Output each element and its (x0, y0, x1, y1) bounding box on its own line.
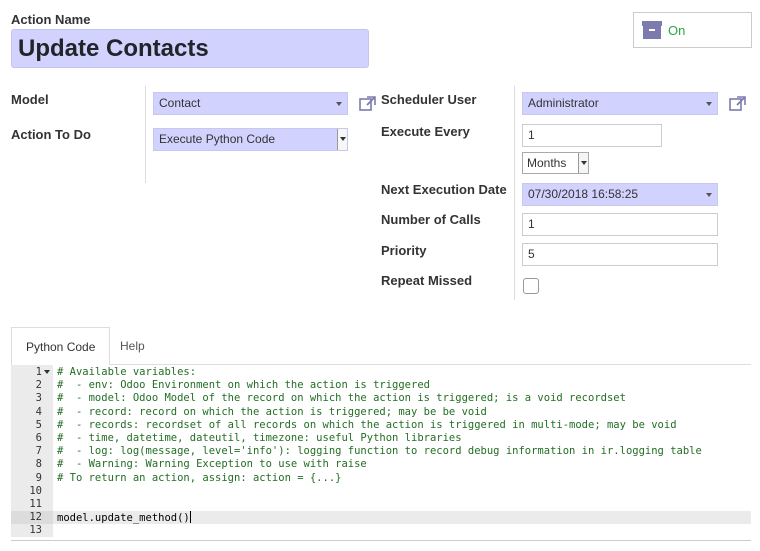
code-text: model.update_method() (57, 511, 191, 525)
action-to-do-label: Action To Do (11, 127, 91, 142)
code-text: # - model: Odoo Model of the record on w… (57, 392, 626, 405)
toggle-label: On (668, 23, 686, 38)
interval-unit-value: Months (527, 156, 567, 170)
next-execution-label: Next Execution Date (381, 182, 507, 197)
line-number: 4 (35, 405, 42, 418)
line-number: 5 (35, 418, 42, 431)
chevron-down-icon (706, 193, 712, 197)
action-name-label: Action Name (11, 12, 91, 27)
line-number: 6 (35, 432, 42, 444)
tab-python-code[interactable]: Python Code (11, 327, 111, 366)
model-value: Contact (159, 96, 201, 110)
next-execution-date-input[interactable]: 07/30/2018 16:58:25 (522, 183, 718, 206)
code-line[interactable]: 9 # To return an action, assign: action =… (11, 472, 751, 485)
code-text: # - log: log(message, level='info'): log… (57, 445, 702, 458)
code-line[interactable]: 6 # - time, datetime, dateutil, timezone:… (11, 432, 751, 445)
repeat-missed-label: Repeat Missed (381, 273, 473, 288)
code-editor[interactable]: 1 # Available variables: 2 # - env: Odoo En… (11, 365, 751, 537)
line-number: 9 (35, 471, 42, 484)
code-line[interactable]: 8 # - Warning: Warning Exception to use w… (11, 458, 751, 471)
external-link-icon[interactable] (359, 96, 376, 111)
code-line[interactable]: 3 # - model: Odoo Model of the record on … (11, 392, 751, 405)
code-line[interactable]: 10 (11, 485, 751, 498)
code-line[interactable]: 12 model.update_method() (11, 511, 751, 525)
model-select[interactable]: Contact (153, 92, 348, 115)
code-line[interactable]: 2 # - env: Odoo Environment on which the … (11, 379, 751, 392)
code-line[interactable]: 7 # - log: log(message, level='info'): lo… (11, 445, 751, 458)
number-of-calls-label: Number of Calls (381, 212, 481, 227)
line-number: 7 (35, 445, 42, 458)
code-text: # - record: record on which the action i… (57, 405, 487, 418)
number-of-calls-input[interactable]: 1 (522, 213, 718, 236)
scheduler-user-label: Scheduler User (381, 92, 477, 107)
divider (11, 540, 751, 541)
chevron-down-icon (706, 102, 712, 106)
divider (145, 86, 146, 183)
repeat-missed-checkbox[interactable] (523, 278, 539, 294)
code-line[interactable]: 1 # Available variables: (11, 366, 751, 379)
text-cursor (189, 511, 191, 524)
execute-every-input[interactable]: 1 (522, 124, 662, 147)
priority-input[interactable]: 5 (522, 243, 718, 266)
interval-unit-select[interactable]: Months (522, 152, 589, 174)
code-text: # Available variables: (57, 366, 197, 378)
priority-label: Priority (381, 243, 427, 258)
line-number: 11 (29, 498, 42, 510)
code-line[interactable]: 4 # - record: record on which the action … (11, 406, 751, 419)
action-to-do-select[interactable]: Execute Python Code (153, 128, 348, 151)
action-name-input[interactable]: Update Contacts (11, 29, 369, 68)
line-number: 12 (29, 511, 42, 524)
code-text: # To return an action, assign: action = … (57, 471, 342, 484)
code-text: # - Warning: Warning Exception to use wi… (57, 458, 367, 471)
line-number: 2 (35, 379, 42, 392)
chevron-down-icon (336, 102, 342, 106)
line-number: 10 (29, 484, 42, 497)
code-line[interactable]: 5 # - records: recordset of all records o… (11, 419, 751, 432)
action-to-do-value: Execute Python Code (159, 132, 276, 146)
code-line[interactable]: 13 (11, 524, 751, 537)
line-number: 8 (35, 458, 42, 471)
code-text: # - records: recordset of all records on… (57, 418, 677, 431)
code-text: # - time, datetime, dateutil, timezone: … (57, 432, 462, 444)
active-toggle-button[interactable]: On (633, 12, 752, 48)
fold-toggle-icon[interactable] (44, 370, 50, 374)
model-label: Model (11, 92, 49, 107)
code-line[interactable]: 11 (11, 498, 751, 511)
line-number: 3 (35, 392, 42, 405)
scheduler-user-value: Administrator (528, 96, 599, 110)
code-text: # - env: Odoo Environment on which the a… (57, 379, 430, 392)
chevron-down-icon (578, 153, 588, 173)
chevron-down-icon (337, 129, 347, 150)
scheduler-user-select[interactable]: Administrator (522, 92, 718, 115)
notebook-tabs: Python Code Help (11, 327, 751, 366)
execute-every-label: Execute Every (381, 124, 470, 139)
line-number: 13 (29, 524, 42, 537)
line-number: 1 (35, 366, 42, 378)
tab-help[interactable]: Help (106, 327, 159, 365)
next-execution-value: 07/30/2018 16:58:25 (528, 187, 639, 201)
archive-icon (642, 21, 662, 39)
external-link-icon[interactable] (729, 96, 746, 111)
divider (514, 86, 515, 300)
